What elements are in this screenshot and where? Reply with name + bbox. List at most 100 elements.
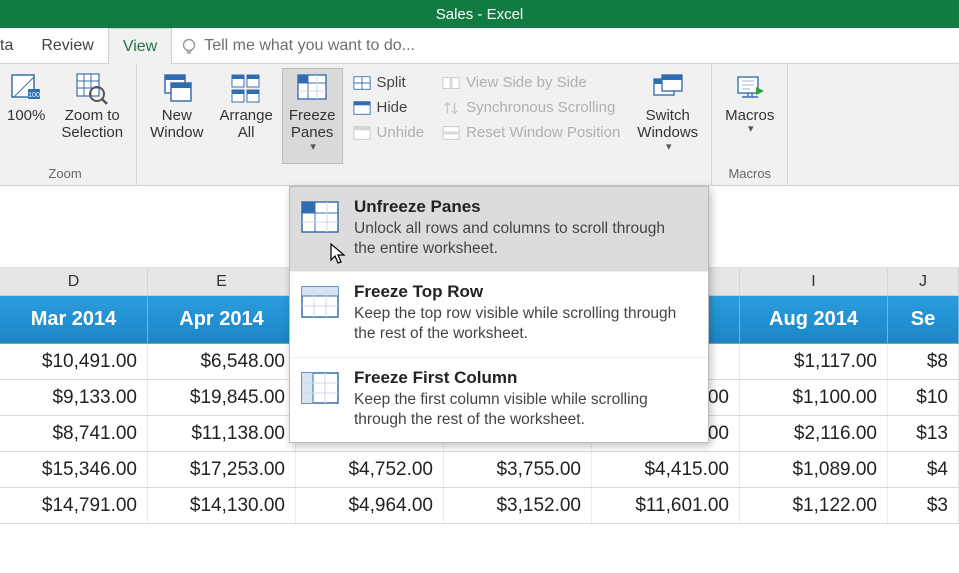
table-header-cell: Mar 2014 <box>0 296 148 343</box>
menu-item-title: Unfreeze Panes <box>354 197 684 217</box>
column-header[interactable]: I <box>740 268 888 295</box>
zoom-to-selection-button[interactable]: Zoom to Selection <box>54 68 130 164</box>
zoom-selection-icon <box>76 73 108 105</box>
side-by-side-icon <box>442 75 460 91</box>
macros-icon <box>734 73 766 105</box>
arrange-all-label: Arrange All <box>219 107 272 142</box>
zoom-100-label: 100% <box>7 107 45 124</box>
table-row: $15,346.00$17,253.00$4,752.00$3,755.00$4… <box>0 452 959 488</box>
cell[interactable]: $4,964.00 <box>296 488 444 523</box>
new-window-icon <box>161 73 193 105</box>
menu-item-title: Freeze Top Row <box>354 282 684 302</box>
column-header[interactable]: D <box>0 268 148 295</box>
cell[interactable]: $10,491.00 <box>0 344 148 379</box>
window-small-stack-1: Split Hide Unhide <box>345 68 433 164</box>
cell[interactable]: $11,601.00 <box>592 488 740 523</box>
cell[interactable]: $2,116.00 <box>740 416 888 451</box>
freeze-top-row-icon <box>300 284 340 322</box>
freeze-panes-label: Freeze Panes <box>289 107 336 142</box>
cell[interactable]: $8 <box>888 344 959 379</box>
cell[interactable]: $9,133.00 <box>0 380 148 415</box>
synchronous-scrolling-label: Synchronous Scrolling <box>466 99 615 116</box>
macros-button[interactable]: Macros ▾ <box>718 68 781 164</box>
switch-windows-label: Switch Windows <box>637 107 698 142</box>
window-title: Sales - Excel <box>436 6 524 23</box>
titlebar: Sales - Excel <box>0 0 959 28</box>
cell[interactable]: $14,791.00 <box>0 488 148 523</box>
column-header[interactable]: E <box>148 268 296 295</box>
view-side-by-side-button: View Side by Side <box>438 70 624 95</box>
switch-windows-button[interactable]: Switch Windows ▾ <box>630 68 705 164</box>
cell[interactable]: $13 <box>888 416 959 451</box>
cell[interactable]: $1,089.00 <box>740 452 888 487</box>
cell[interactable]: $1,100.00 <box>740 380 888 415</box>
ribbon-group-window: New Window Arrange All Freeze Pa <box>137 64 712 185</box>
table-header-cell: Aug 2014 <box>740 296 888 343</box>
unfreeze-panes-icon <box>300 199 340 237</box>
dropdown-caret-icon: ▾ <box>666 141 672 154</box>
macros-label: Macros <box>725 107 774 124</box>
group-label-zoom: Zoom <box>0 164 130 185</box>
split-icon <box>353 75 371 91</box>
cell[interactable]: $1,117.00 <box>740 344 888 379</box>
cell[interactable]: $3,755.00 <box>444 452 592 487</box>
ribbon-group-macros: Macros ▾ Macros <box>712 64 788 185</box>
menu-item-desc: Keep the first column visible while scro… <box>354 390 684 430</box>
hide-button[interactable]: Hide <box>349 95 429 120</box>
freeze-first-column-icon <box>300 370 340 408</box>
dropdown-caret-icon: ▾ <box>748 123 754 136</box>
cell[interactable]: $8,741.00 <box>0 416 148 451</box>
synchronous-scrolling-button: Synchronous Scrolling <box>438 95 624 120</box>
menu-item-unfreeze-panes[interactable]: Unfreeze Panes Unlock all rows and colum… <box>290 187 708 272</box>
ribbon-tabs: ta Review View Tell me what you want to … <box>0 28 959 64</box>
cell[interactable]: $11,138.00 <box>148 416 296 451</box>
cell[interactable]: $4 <box>888 452 959 487</box>
mouse-cursor-icon <box>330 243 348 267</box>
arrange-all-button[interactable]: Arrange All <box>212 68 279 164</box>
tell-me-placeholder: Tell me what you want to do... <box>204 37 415 55</box>
cell[interactable]: $10 <box>888 380 959 415</box>
tab-view[interactable]: View <box>108 28 172 64</box>
unhide-label: Unhide <box>377 124 425 141</box>
menu-item-freeze-first-column[interactable]: Freeze First Column Keep the first colum… <box>290 358 708 442</box>
cell[interactable]: $3,152.00 <box>444 488 592 523</box>
cell[interactable]: $6,548.00 <box>148 344 296 379</box>
zoom-100-button[interactable]: 100 100% <box>0 68 52 164</box>
menu-item-desc: Unlock all rows and columns to scroll th… <box>354 219 684 259</box>
sync-scroll-icon <box>442 100 460 116</box>
tab-review[interactable]: Review <box>27 28 107 64</box>
tell-me-search[interactable]: Tell me what you want to do... <box>180 37 415 55</box>
view-side-by-side-label: View Side by Side <box>466 74 587 91</box>
new-window-button[interactable]: New Window <box>143 68 210 164</box>
cell[interactable]: $19,845.00 <box>148 380 296 415</box>
cell[interactable]: $4,752.00 <box>296 452 444 487</box>
hide-icon <box>353 100 371 116</box>
menu-item-title: Freeze First Column <box>354 368 684 388</box>
lightbulb-icon <box>180 37 198 55</box>
ribbon-group-zoom: 100 100% Zoom to Selection Zoom <box>0 64 137 185</box>
split-label: Split <box>377 74 406 91</box>
cell[interactable]: $15,346.00 <box>0 452 148 487</box>
split-button[interactable]: Split <box>349 70 429 95</box>
reset-window-position-button: Reset Window Position <box>438 120 624 145</box>
table-header-cell: Se <box>888 296 959 343</box>
dropdown-caret-icon: ▾ <box>310 141 316 154</box>
tab-data-partial[interactable]: ta <box>0 28 27 64</box>
cell[interactable]: $3 <box>888 488 959 523</box>
group-label-window <box>143 164 705 185</box>
freeze-panes-icon <box>296 73 328 105</box>
column-header[interactable]: J <box>888 268 959 295</box>
cell[interactable]: $4,415.00 <box>592 452 740 487</box>
freeze-panes-button[interactable]: Freeze Panes ▾ <box>282 68 343 164</box>
cell[interactable]: $1,122.00 <box>740 488 888 523</box>
zoom-to-selection-label: Zoom to Selection <box>61 107 123 142</box>
cell[interactable]: $14,130.00 <box>148 488 296 523</box>
reset-window-position-label: Reset Window Position <box>466 124 620 141</box>
cell[interactable]: $17,253.00 <box>148 452 296 487</box>
menu-item-freeze-top-row[interactable]: Freeze Top Row Keep the top row visible … <box>290 272 708 357</box>
new-window-label: New Window <box>150 107 203 142</box>
unhide-icon <box>353 125 371 141</box>
svg-text:100: 100 <box>28 92 40 99</box>
ribbon: 100 100% Zoom to Selection Zoom <box>0 64 959 186</box>
freeze-panes-menu: Unfreeze Panes Unlock all rows and colum… <box>289 186 709 443</box>
